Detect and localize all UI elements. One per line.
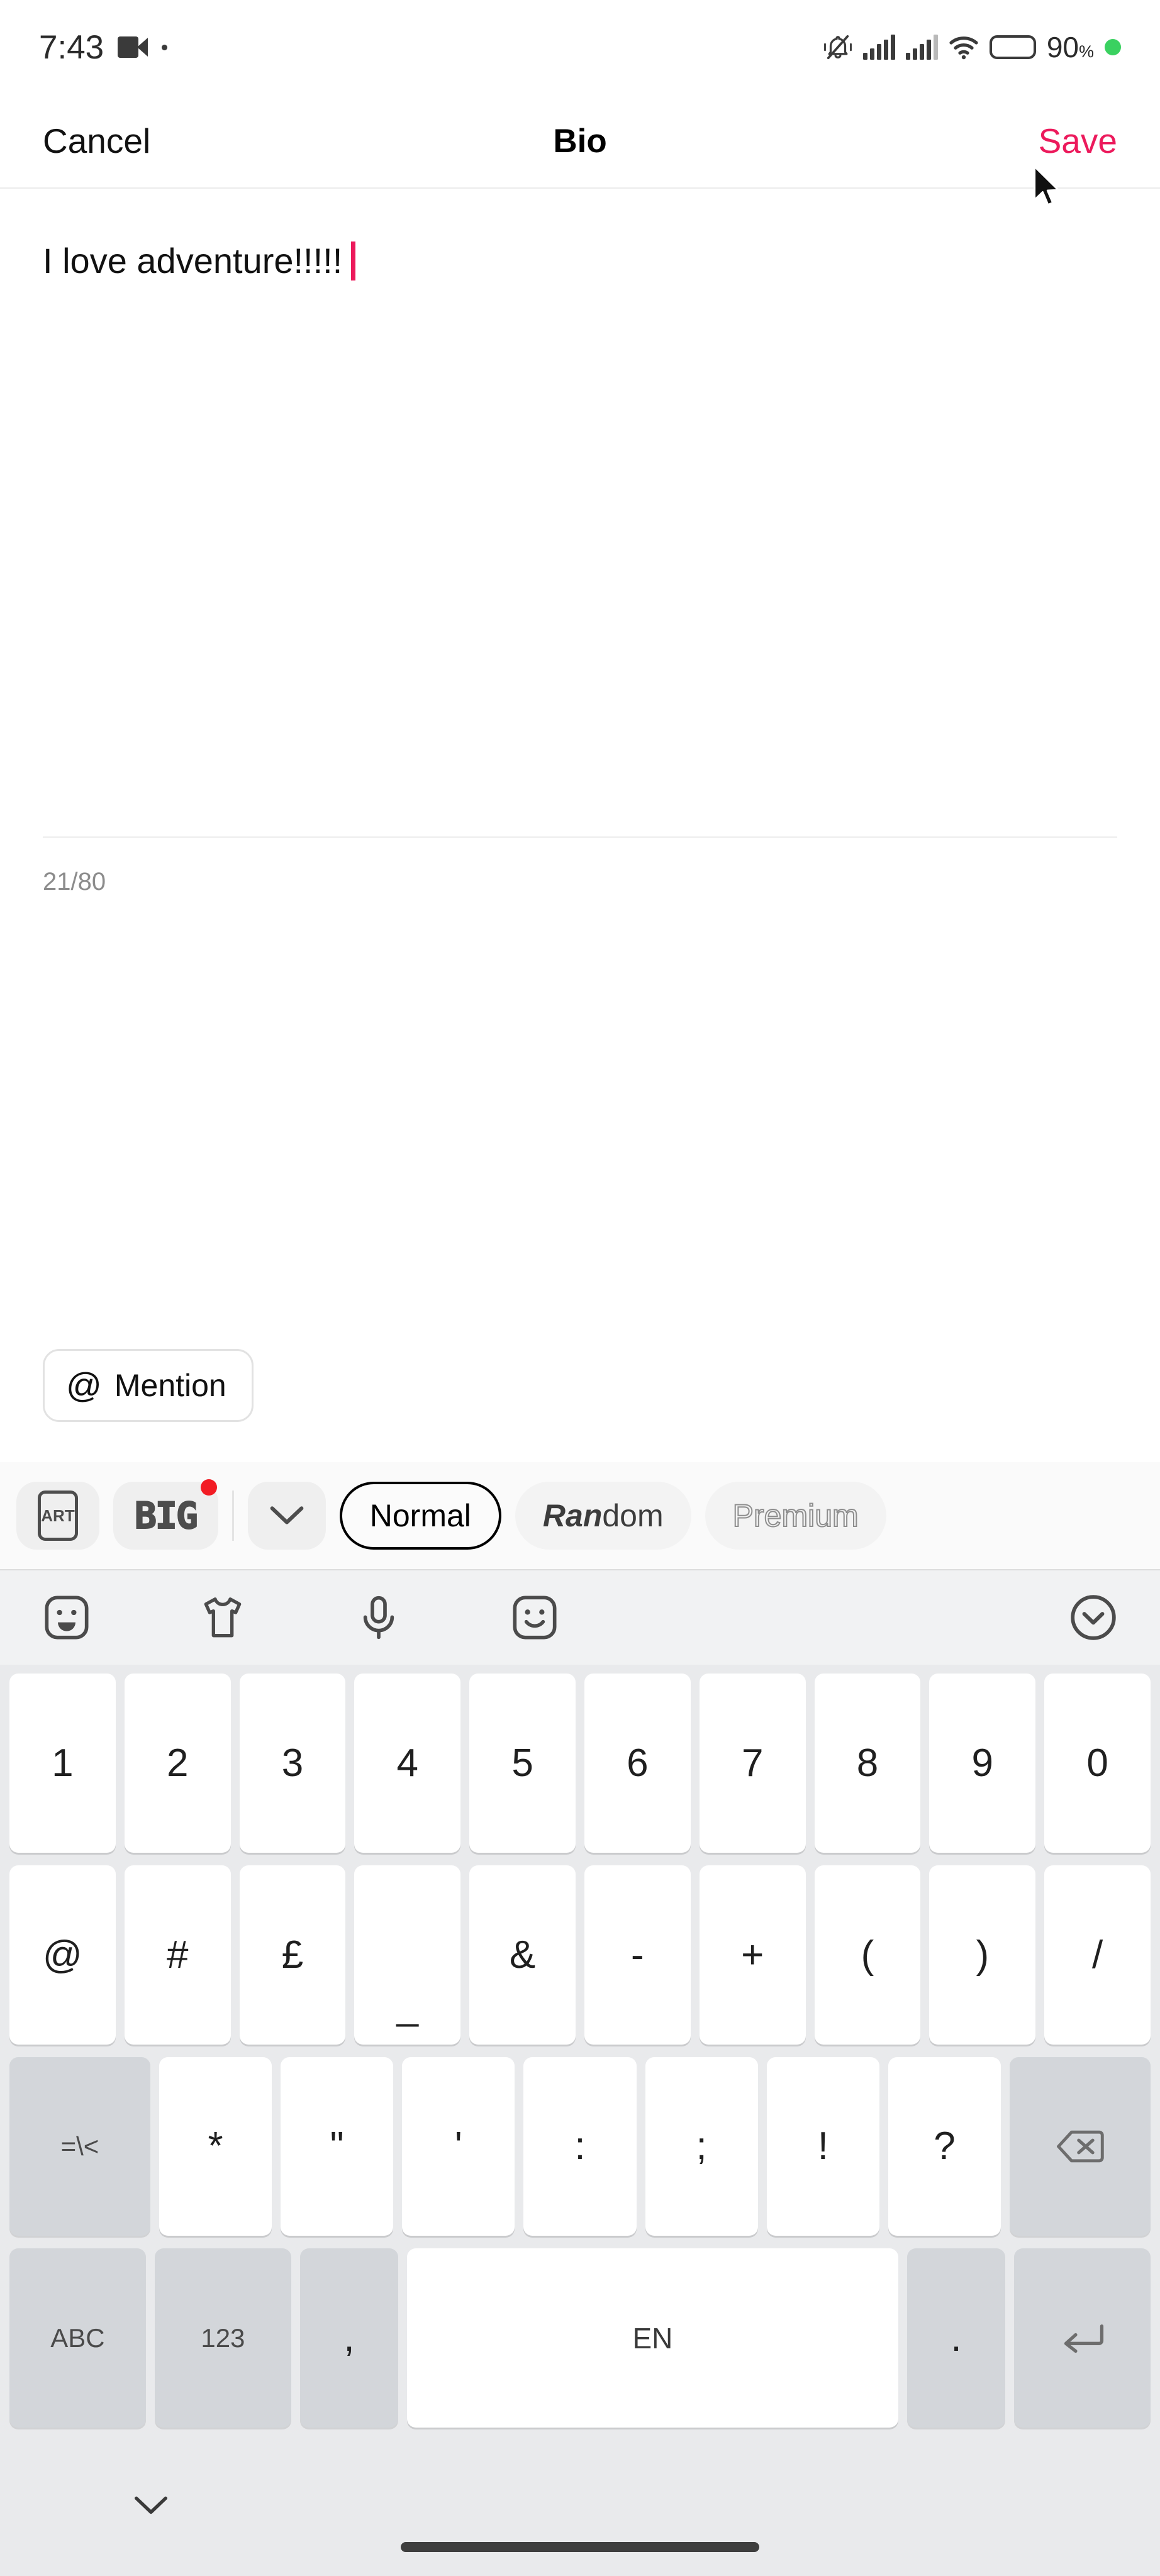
key-2[interactable]: 2 <box>124 1674 231 1853</box>
new-badge-dot <box>200 1479 217 1496</box>
key-paren-open[interactable]: ( <box>814 1865 921 2045</box>
bio-input-value: I love adventure!!!!! <box>43 241 343 280</box>
key-0[interactable]: 0 <box>1044 1674 1151 1853</box>
key-period[interactable]: . <box>906 2248 1006 2428</box>
system-navigation-bar <box>0 2440 1160 2576</box>
key-quote-double[interactable]: " <box>281 2057 394 2236</box>
text-caret <box>351 242 356 280</box>
tshirt-icon[interactable] <box>195 1590 250 1645</box>
key-underscore[interactable]: _ <box>354 1865 461 2045</box>
status-bar-right: 90% <box>823 30 1121 64</box>
backspace-icon[interactable] <box>1010 2057 1151 2236</box>
on-screen-keyboard: 1 2 3 4 5 6 7 8 9 0 @ # £ _ & - + () / … <box>0 1569 1160 2440</box>
enter-return-icon[interactable] <box>1014 2248 1151 2428</box>
mention-row: @ Mention <box>43 1349 1117 1462</box>
key-ampersand[interactable]: & <box>469 1865 576 2045</box>
key-6[interactable]: 6 <box>584 1674 691 1853</box>
key-abc-toggle[interactable]: ABC <box>9 2248 146 2428</box>
cellular-signal-2-icon <box>905 35 938 60</box>
page-title: Bio <box>553 122 607 160</box>
style-option-normal[interactable]: Normal <box>339 1482 501 1550</box>
key-hyphen[interactable]: - <box>584 1865 691 2045</box>
key-7[interactable]: 7 <box>699 1674 806 1853</box>
keyboard-row-symbols-2: =\< * " ' : ; ! ? <box>5 2057 1155 2249</box>
sticker-smiley-icon[interactable] <box>39 1590 94 1645</box>
status-green-dot-icon <box>1105 39 1121 55</box>
key-3[interactable]: 3 <box>239 1674 346 1853</box>
cellular-signal-icon <box>862 35 895 60</box>
style-option-random-label-rest: dom <box>602 1498 664 1533</box>
keyboard-row-symbols-1: @ # £ _ & - + ( ) / <box>5 1865 1155 2057</box>
bio-input[interactable]: I love adventure!!!!! <box>43 189 1117 836</box>
battery-icon <box>989 35 1036 59</box>
battery-percentage: 90% <box>1046 31 1094 64</box>
big-style-button[interactable]: BIG <box>113 1479 218 1550</box>
emoji-smiley-icon[interactable] <box>507 1590 562 1645</box>
style-option-random[interactable]: Ran dom <box>515 1482 691 1550</box>
mention-button-label: Mention <box>114 1368 226 1403</box>
key-123-toggle[interactable]: 123 <box>154 2248 291 2428</box>
key-at[interactable]: @ <box>9 1865 116 2045</box>
editor-spacer <box>43 896 1117 1349</box>
bell-muted-icon <box>823 33 852 62</box>
text-style-strip: ART BIG Normal Ran dom Premium <box>0 1462 1160 1569</box>
key-question[interactable]: ? <box>888 2057 1001 2236</box>
strip-divider <box>231 1491 234 1541</box>
key-paren-close[interactable]: ) <box>929 1865 1036 2045</box>
key-space[interactable]: EN <box>407 2248 898 2428</box>
key-quote-single[interactable]: ' <box>402 2057 515 2236</box>
cancel-button[interactable]: Cancel <box>43 121 150 161</box>
big-icon: BIG <box>134 1494 199 1538</box>
key-semicolon[interactable]: ; <box>645 2057 758 2236</box>
key-slash[interactable]: / <box>1044 1865 1151 2045</box>
chevron-down-circle-icon[interactable] <box>1066 1590 1121 1645</box>
keyboard-key-rows: 1 2 3 4 5 6 7 8 9 0 @ # £ _ & - + () / … <box>0 1665 1160 2440</box>
nav-header: Cancel Bio Save <box>0 94 1160 189</box>
key-hash[interactable]: # <box>124 1865 231 2045</box>
key-8[interactable]: 8 <box>814 1674 921 1853</box>
chevron-down-icon[interactable] <box>133 2494 169 2517</box>
keyboard-toolbar <box>0 1570 1160 1665</box>
save-button[interactable]: Save <box>1039 121 1117 161</box>
video-camera-icon <box>118 36 148 58</box>
keyboard-row-numbers: 1 2 3 4 5 6 7 8 9 0 <box>5 1674 1155 1865</box>
keyboard-row-bottom: ABC 123 , EN . <box>5 2248 1155 2440</box>
microphone-icon[interactable] <box>351 1590 406 1645</box>
key-exclamation[interactable]: ! <box>766 2057 879 2236</box>
bio-editor-area: I love adventure!!!!! 21/80 @ Mention <box>0 189 1160 1462</box>
status-bar-clock: 7:43 <box>39 28 104 66</box>
style-option-premium[interactable]: Premium <box>705 1482 886 1550</box>
key-symbols-toggle[interactable]: =\< <box>9 2057 150 2236</box>
art-icon: ART <box>38 1491 78 1541</box>
key-comma[interactable]: , <box>299 2248 399 2428</box>
art-style-button[interactable]: ART <box>16 1482 99 1550</box>
status-bar-left: 7:43 <box>39 28 168 67</box>
wifi-icon <box>949 35 979 60</box>
key-colon[interactable]: : <box>523 2057 637 2236</box>
at-icon: @ <box>66 1365 102 1405</box>
style-option-normal-label: Normal <box>369 1498 471 1533</box>
expand-styles-button[interactable] <box>247 1482 326 1550</box>
chevron-down-icon <box>269 1505 304 1526</box>
key-4[interactable]: 4 <box>354 1674 461 1853</box>
status-bar: 7:43 90% <box>0 0 1160 94</box>
home-indicator-bar[interactable] <box>401 2542 759 2552</box>
recording-dot-icon <box>162 44 168 50</box>
style-option-premium-label: Premium <box>732 1497 859 1534</box>
key-plus[interactable]: + <box>699 1865 806 2045</box>
key-5[interactable]: 5 <box>469 1674 576 1853</box>
key-9[interactable]: 9 <box>929 1674 1036 1853</box>
key-1[interactable]: 1 <box>9 1674 116 1853</box>
character-counter: 21/80 <box>43 868 106 896</box>
phone-screen: 7: 43 90% Cancel Bio Save I love adventur… <box>0 0 1160 2576</box>
mention-button[interactable]: @ Mention <box>43 1349 254 1422</box>
key-asterisk[interactable]: * <box>159 2057 272 2236</box>
style-option-random-label-bold: Ran <box>542 1498 603 1533</box>
key-pound[interactable]: £ <box>239 1865 346 2045</box>
